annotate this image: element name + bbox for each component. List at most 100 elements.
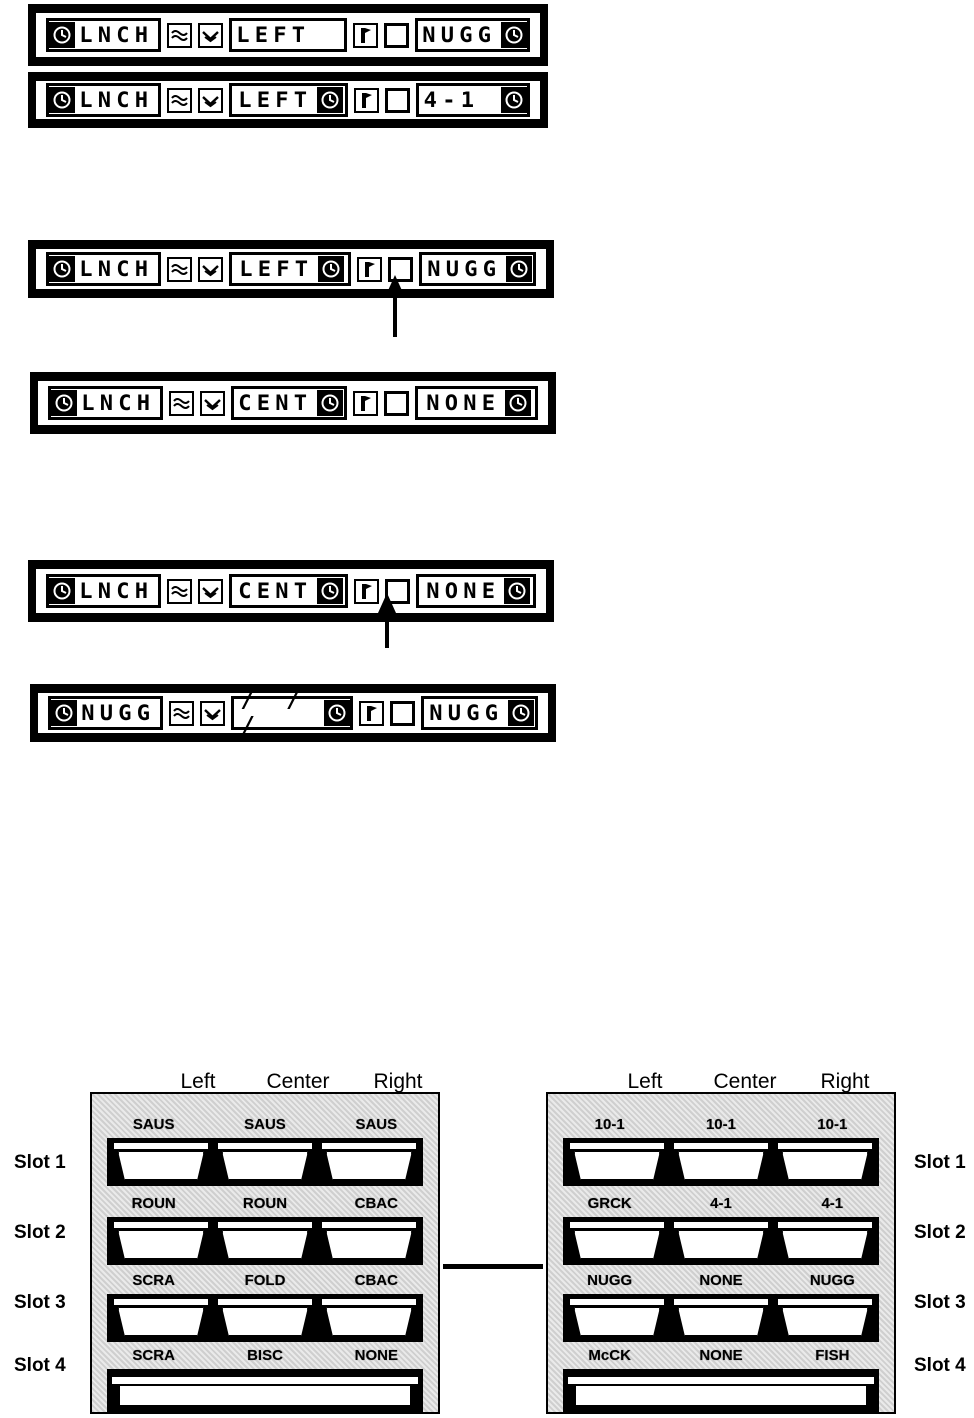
selection-checkbox[interactable] xyxy=(389,700,415,726)
tray[interactable] xyxy=(673,1221,769,1261)
bar6-position-field[interactable]: / / / xyxy=(230,687,353,739)
tray[interactable] xyxy=(321,1142,417,1182)
right-slot-2-row[interactable] xyxy=(563,1217,879,1265)
right-slot-2-item-right: 4-1 xyxy=(821,1195,844,1212)
display-bar-6[interactable]: NUGG / / / NUGG xyxy=(30,684,556,742)
display-bar-4[interactable]: LNCH CENT NONE xyxy=(30,372,556,434)
bar1-left-field[interactable]: LNCH xyxy=(46,18,161,52)
f-flag-icon[interactable] xyxy=(356,256,382,282)
selection-checkbox[interactable] xyxy=(385,87,411,113)
wave-down-icon[interactable] xyxy=(199,390,225,416)
bar6-left-field[interactable]: NUGG xyxy=(48,696,163,730)
tray[interactable] xyxy=(673,1142,769,1182)
wave-down-icon[interactable] xyxy=(199,700,225,726)
wave-icon[interactable] xyxy=(166,87,192,113)
tray[interactable] xyxy=(217,1221,313,1261)
left-cabinet[interactable]: SAUS SAUS SAUS ROUN ROUN CBAC SCRA FOLD … xyxy=(90,1092,440,1414)
wave-down-icon[interactable] xyxy=(197,87,223,113)
right-slot-1-row[interactable] xyxy=(563,1138,879,1186)
right-slot-3-item-center: NONE xyxy=(699,1272,743,1289)
arrow-head xyxy=(378,593,396,613)
clock-icon xyxy=(318,256,345,282)
left-slot-2-item-labels: ROUN ROUN CBAC xyxy=(92,1195,438,1217)
left-slot-3-item-right: CBAC xyxy=(354,1272,398,1289)
tray-body xyxy=(119,1385,411,1406)
bar4-product-field[interactable]: NONE xyxy=(414,386,538,420)
right-slot-3-label: Slot 3 xyxy=(914,1292,966,1313)
bar2-left-field[interactable]: LNCH xyxy=(46,83,161,117)
f-flag-icon[interactable] xyxy=(353,22,379,48)
tray-body xyxy=(574,1230,660,1259)
right-slot-3-row[interactable] xyxy=(563,1294,879,1342)
wave-icon[interactable] xyxy=(166,22,192,48)
right-slot-2-item-labels: GRCK 4-1 4-1 xyxy=(548,1195,894,1217)
left-slot-1-row[interactable] xyxy=(107,1138,423,1186)
tray[interactable] xyxy=(569,1221,665,1261)
bar3-left-field[interactable]: LNCH xyxy=(46,252,161,286)
display-bar-5[interactable]: LNCH CENT NONE xyxy=(28,560,554,622)
up-arrow-pointer xyxy=(378,593,396,648)
tray[interactable] xyxy=(569,1298,665,1338)
right-slot-4-row[interactable] xyxy=(563,1369,879,1413)
left-cabinet-column-headers: Left Center Right xyxy=(148,1070,448,1094)
tray[interactable] xyxy=(113,1221,209,1261)
f-flag-icon[interactable] xyxy=(352,390,378,416)
left-slot-1-label: Slot 1 xyxy=(14,1152,66,1173)
clock-icon xyxy=(49,256,75,282)
tray[interactable] xyxy=(113,1142,209,1182)
column-header-left: Left xyxy=(180,1070,216,1093)
display-bar-1[interactable]: LNCH LEFT NUGG xyxy=(28,4,548,66)
wave-down-icon[interactable] xyxy=(197,256,223,282)
left-slot-4-row[interactable] xyxy=(107,1369,423,1413)
tray-lip xyxy=(321,1142,417,1150)
wave-down-icon[interactable] xyxy=(197,578,223,604)
tray[interactable] xyxy=(673,1298,769,1338)
selection-checkbox[interactable] xyxy=(384,22,410,48)
tray-wide[interactable] xyxy=(111,1374,419,1408)
tray[interactable] xyxy=(113,1298,209,1338)
tray[interactable] xyxy=(777,1221,873,1261)
right-cabinet[interactable]: 10-1 10-1 10-1 GRCK 4-1 4-1 NUGG NONE NU… xyxy=(546,1092,896,1414)
bar2-position-field[interactable]: LEFT xyxy=(228,83,349,117)
tray-lip xyxy=(217,1221,313,1229)
left-slot-4-item-labels: SCRA BISC NONE xyxy=(92,1347,438,1369)
bar5-product-field[interactable]: NONE xyxy=(416,574,536,608)
tray[interactable] xyxy=(217,1142,313,1182)
selection-checkbox[interactable] xyxy=(383,390,409,416)
bar4-product-text: NONE xyxy=(426,390,501,415)
tray[interactable] xyxy=(777,1298,873,1338)
tray[interactable] xyxy=(321,1298,417,1338)
tray[interactable] xyxy=(777,1142,873,1182)
wave-down-icon[interactable] xyxy=(197,22,223,48)
wave-icon[interactable] xyxy=(166,256,192,282)
f-flag-icon[interactable] xyxy=(354,578,380,604)
bar5-position-field[interactable]: CENT xyxy=(228,574,349,608)
tray[interactable] xyxy=(217,1298,313,1338)
tray[interactable] xyxy=(569,1142,665,1182)
bar4-left-field[interactable]: LNCH xyxy=(48,386,163,420)
f-flag-icon[interactable] xyxy=(358,700,384,726)
bar3-position-field[interactable]: LEFT xyxy=(228,252,351,286)
bar3-product-field[interactable]: NUGG xyxy=(418,252,536,286)
bar1-position-field[interactable]: LEFT xyxy=(228,18,348,52)
bar4-position-field[interactable]: CENT xyxy=(230,386,347,420)
left-slot-2-row[interactable] xyxy=(107,1217,423,1265)
right-slot-4-label: Slot 4 xyxy=(914,1355,966,1376)
display-bar-3[interactable]: LNCH LEFT NUGG xyxy=(28,240,554,298)
bar6-product-field[interactable]: NUGG xyxy=(420,696,538,730)
tray[interactable] xyxy=(321,1221,417,1261)
f-flag-icon[interactable] xyxy=(354,87,380,113)
clock-icon xyxy=(504,390,531,416)
bar5-left-field[interactable]: LNCH xyxy=(46,574,161,608)
tray-wide[interactable] xyxy=(567,1374,875,1408)
right-slot-4-item-left: McCK xyxy=(588,1347,631,1364)
wave-icon[interactable] xyxy=(168,700,194,726)
display-bar-2[interactable]: LNCH LEFT 4-1 xyxy=(28,72,548,128)
wave-icon[interactable] xyxy=(166,578,192,604)
wave-icon[interactable] xyxy=(168,390,194,416)
left-slot-3-row[interactable] xyxy=(107,1294,423,1342)
tray-lip xyxy=(569,1142,665,1150)
bar2-product-field[interactable]: 4-1 xyxy=(416,83,530,117)
bar1-product-field[interactable]: NUGG xyxy=(415,18,530,52)
left-slot-3-item-center: FOLD xyxy=(244,1272,286,1289)
